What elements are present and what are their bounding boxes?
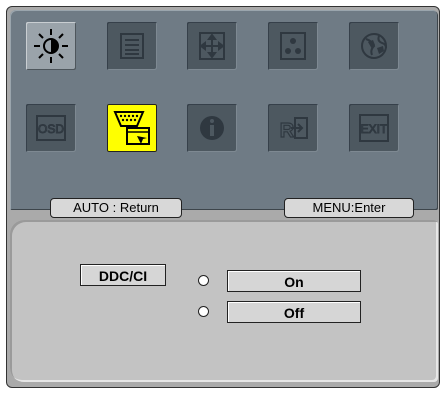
language-tile[interactable]: [349, 22, 399, 70]
exit-icon: EXIT: [359, 114, 389, 142]
on-radio[interactable]: [198, 275, 209, 286]
image-settings-tile[interactable]: [107, 22, 157, 70]
ddc-ci-icon: [113, 111, 150, 145]
auto-return-hint: AUTO : Return: [50, 198, 182, 218]
exit-tile[interactable]: EXIT: [349, 104, 399, 152]
position-tile[interactable]: [187, 22, 237, 70]
color-icon: [280, 32, 306, 60]
brightness-tile[interactable]: [26, 22, 76, 70]
on-option[interactable]: On: [227, 270, 361, 292]
ddc-ci-tile[interactable]: [107, 104, 157, 152]
svg-text:R: R: [280, 120, 295, 142]
menu-enter-hint: MENU:Enter: [284, 198, 414, 218]
main-menu-panel: OSD R EXIT AUTO: Return MENU:Enter: [10, 10, 438, 218]
reset-tile[interactable]: R: [268, 104, 318, 152]
image-settings-icon: [120, 33, 144, 59]
off-option[interactable]: Off: [227, 301, 361, 323]
svg-text:OSD: OSD: [38, 122, 64, 136]
svg-text:EXIT: EXIT: [361, 122, 388, 136]
osd-icon: OSD: [36, 115, 66, 141]
ddc-ci-submenu-panel: DDC/CI On Off: [10, 220, 438, 382]
information-tile[interactable]: [187, 104, 237, 152]
osd-tile[interactable]: OSD: [26, 104, 76, 152]
language-icon: [361, 33, 387, 59]
position-icon: [199, 32, 225, 60]
reset-icon: R: [279, 117, 308, 143]
brightness-icon: [34, 29, 68, 63]
color-tile[interactable]: [268, 22, 318, 70]
ddc-ci-label: DDC/CI: [80, 264, 166, 286]
information-icon: [200, 116, 224, 140]
off-radio[interactable]: [198, 306, 209, 317]
